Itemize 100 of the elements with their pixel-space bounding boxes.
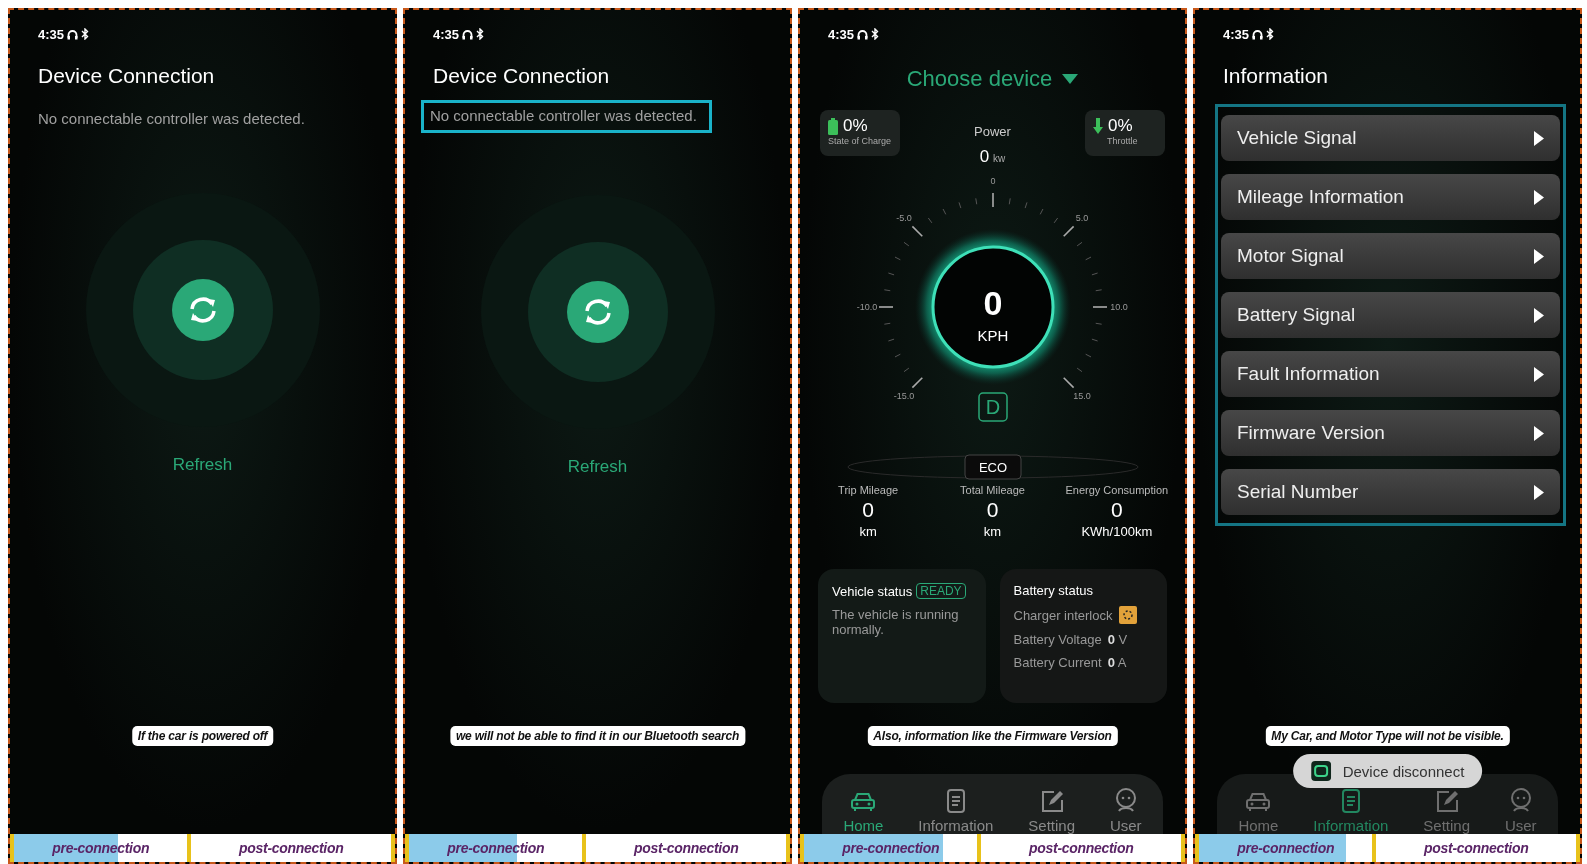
menu-item[interactable]: Mileage Information bbox=[1221, 174, 1560, 220]
ready-badge: READY bbox=[916, 583, 966, 599]
video-caption: My Car, and Motor Type will not be visible. bbox=[1265, 726, 1510, 746]
play-icon bbox=[1534, 307, 1544, 323]
nav-tab[interactable]: Setting bbox=[1421, 783, 1472, 834]
card-title: Battery status bbox=[1013, 583, 1093, 598]
gauge-label: 15.0 bbox=[1072, 391, 1091, 402]
bluetooth-icon bbox=[871, 28, 880, 40]
nav-tab[interactable]: Home bbox=[841, 785, 886, 834]
row-label: Battery Current bbox=[1013, 655, 1102, 670]
headphones-icon bbox=[462, 28, 474, 40]
gear-indicator: D bbox=[977, 392, 1008, 422]
menu-item[interactable]: Vehicle Signal bbox=[1221, 115, 1560, 161]
gauge-label: -5.0 bbox=[895, 212, 912, 223]
nav-tab[interactable]: Information bbox=[1311, 783, 1391, 834]
device-picker[interactable]: Choose device bbox=[906, 66, 1079, 92]
speed-value: 0 bbox=[983, 284, 1002, 322]
charge-label: State of Charge bbox=[828, 136, 892, 146]
arrow-down-icon bbox=[1093, 118, 1103, 134]
gauge-label: -15.0 bbox=[893, 391, 914, 402]
gauge-label: 0 bbox=[990, 176, 995, 186]
menu-item[interactable]: Serial Number bbox=[1221, 469, 1560, 515]
interlock-icon bbox=[1118, 606, 1137, 624]
user-icon bbox=[1508, 787, 1533, 813]
headphones-icon bbox=[67, 28, 79, 40]
throttle-value: 0% bbox=[1108, 116, 1133, 136]
row-label: Charger interlock bbox=[1013, 607, 1113, 623]
caret-icon bbox=[1062, 74, 1079, 84]
row-unit: A bbox=[1117, 655, 1127, 670]
stat-unit: km bbox=[858, 524, 878, 539]
gauge-label: 5.0 bbox=[1075, 212, 1088, 223]
stat-value: 0 bbox=[985, 498, 1000, 522]
nav-tab[interactable]: Home bbox=[1236, 785, 1281, 834]
status-time: 4:35 bbox=[38, 26, 65, 42]
play-icon bbox=[1534, 248, 1544, 264]
nav-tab[interactable]: Setting bbox=[1026, 783, 1077, 834]
status-time: 4:35 bbox=[433, 26, 460, 42]
document-icon bbox=[945, 789, 966, 813]
video-caption: Also, information like the Firmware Version bbox=[867, 726, 1118, 746]
video-caption: we will not be able to find it in our Bluetooth search bbox=[449, 726, 746, 746]
refresh-label: Refresh bbox=[172, 455, 233, 475]
edit-icon bbox=[1039, 789, 1064, 813]
gauge-label: -10.0 bbox=[856, 302, 877, 312]
gauge-label: 10.0 bbox=[1109, 302, 1128, 312]
video-caption: If the car is powered off bbox=[131, 726, 274, 746]
menu-item[interactable]: Firmware Version bbox=[1221, 410, 1560, 456]
stat-value: 0 bbox=[861, 498, 875, 522]
app-icon bbox=[1310, 761, 1331, 781]
stat-label: Total Mileage bbox=[959, 484, 1026, 496]
refresh-label: Refresh bbox=[567, 457, 628, 477]
stat-unit: KWh/100km bbox=[1080, 524, 1154, 539]
bluetooth-icon bbox=[81, 28, 90, 40]
nav-tab[interactable]: User bbox=[1107, 781, 1144, 834]
user-icon bbox=[1113, 787, 1138, 813]
menu-item[interactable]: Fault Information bbox=[1221, 351, 1560, 397]
document-icon bbox=[1340, 789, 1361, 813]
charge-value: 0% bbox=[843, 116, 868, 136]
segment-label: pre-connection bbox=[1237, 840, 1335, 856]
segment-label: post-connection bbox=[1029, 840, 1134, 856]
play-icon bbox=[1534, 484, 1544, 500]
row-value: 0 bbox=[1107, 655, 1115, 670]
nav-tab[interactable]: User bbox=[1502, 781, 1539, 834]
power-value: 0 bbox=[979, 147, 990, 166]
play-icon bbox=[1534, 366, 1544, 382]
row-value: 0 bbox=[1107, 632, 1115, 647]
stat-label: Energy Consumption bbox=[1064, 484, 1170, 496]
stat-value: 0 bbox=[1110, 498, 1124, 522]
segment-label: post-connection bbox=[634, 840, 739, 856]
car-icon bbox=[850, 791, 877, 813]
play-icon bbox=[1534, 425, 1544, 441]
card-title: Vehicle status bbox=[832, 583, 913, 599]
edit-icon bbox=[1434, 789, 1459, 813]
status-time: 4:35 bbox=[1223, 26, 1250, 42]
segment-label: post-connection bbox=[1424, 840, 1529, 856]
speed-unit: KPH bbox=[977, 327, 1008, 344]
page-title: Device Connection bbox=[433, 64, 611, 88]
row-label: Battery Voltage bbox=[1013, 632, 1102, 647]
page-title: Device Connection bbox=[38, 64, 216, 88]
toast-text: Device disconnect bbox=[1342, 762, 1465, 780]
status-message: No connectable controller was detected. bbox=[37, 109, 306, 129]
stat-label: Trip Mileage bbox=[837, 484, 900, 496]
vehicle-status-message: The vehicle is running normally. bbox=[832, 607, 960, 637]
row-unit: V bbox=[1118, 632, 1128, 647]
headphones-icon bbox=[1252, 28, 1264, 40]
bluetooth-icon bbox=[1266, 28, 1275, 40]
power-label: Power bbox=[973, 124, 1012, 139]
segment-label: post-connection bbox=[239, 840, 344, 856]
menu-item[interactable]: Battery Signal bbox=[1221, 292, 1560, 338]
nav-tab[interactable]: Information bbox=[916, 783, 996, 834]
car-icon bbox=[1245, 791, 1272, 813]
play-icon bbox=[1534, 189, 1544, 205]
menu-item[interactable]: Motor Signal bbox=[1221, 233, 1560, 279]
status-message: No connectable controller was detected. bbox=[421, 100, 712, 133]
battery-icon bbox=[828, 117, 838, 135]
status-time: 4:35 bbox=[828, 26, 855, 42]
segment-label: pre-connection bbox=[842, 840, 940, 856]
play-icon bbox=[1534, 130, 1544, 146]
power-unit: kw bbox=[993, 153, 1006, 164]
throttle-label: Throttle bbox=[1107, 136, 1139, 146]
page-title: Information bbox=[1223, 64, 1330, 88]
